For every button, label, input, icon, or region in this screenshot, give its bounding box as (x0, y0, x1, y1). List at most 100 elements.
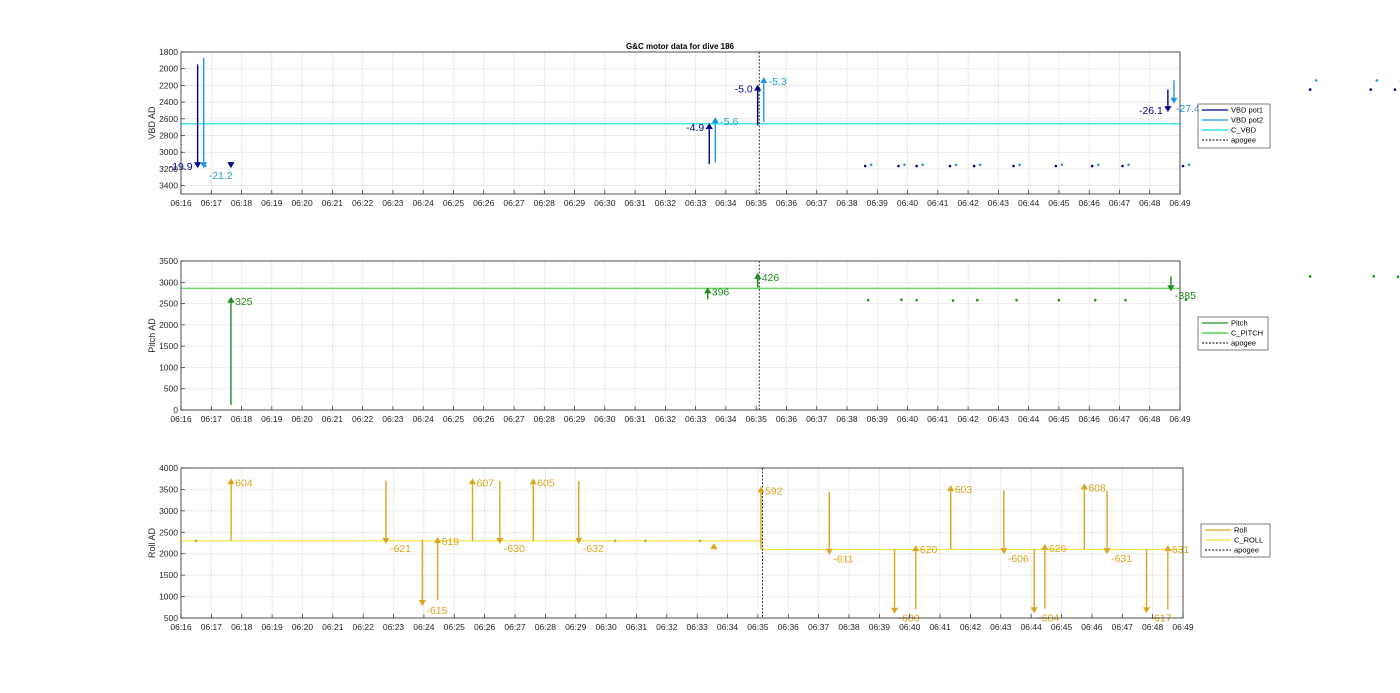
vbd-pot2-point (978, 163, 982, 167)
pitch-xtick-label: 06:29 (564, 414, 586, 424)
vbd-xtick-label: 06:26 (473, 198, 495, 208)
roll-arrow-label: 619 (442, 536, 460, 548)
roll-xtick-label: 06:37 (808, 622, 830, 632)
roll-xtick-label: 06:18 (231, 622, 253, 632)
roll-xtick-label: 06:19 (261, 622, 283, 632)
pitch-xtick-label: 06:18 (231, 414, 253, 424)
pitch-xtick-label: 06:48 (1139, 414, 1161, 424)
roll-xtick-label: 06:30 (595, 622, 617, 632)
pitch-xtick-label: 06:39 (867, 414, 889, 424)
pitch-arrow-label: 396 (712, 286, 730, 298)
vbd-pot1-point (863, 164, 867, 168)
vbd-pot2-point (921, 163, 924, 167)
pitch-xtick-label: 06:34 (715, 414, 737, 424)
vbd-pot2-point (1096, 163, 1100, 167)
vbd-xtick-label: 06:19 (261, 198, 283, 208)
vbd-pot1-point (948, 164, 952, 168)
vbd-pot2-point (1187, 163, 1191, 167)
roll-xtick-label: 06:43 (990, 622, 1012, 632)
roll-point (644, 539, 647, 543)
roll-xtick-label: 06:40 (899, 622, 921, 632)
pitch-point (900, 298, 903, 302)
pitch-xtick-label: 06:47 (1109, 414, 1131, 424)
pitch-ytick-label: 1500 (159, 341, 178, 351)
pitch-point (1057, 298, 1061, 302)
vbd-xtick-label: 06:40 (897, 198, 919, 208)
vbd-xtick-label: 06:39 (867, 198, 889, 208)
roll-arrow-label: -606 (1008, 553, 1029, 565)
pitch-arrow-label: 325 (235, 296, 253, 308)
vbd-xtick-label: 06:31 (624, 198, 646, 208)
vbd-pot1-point (1054, 164, 1058, 168)
vbd-ytick-label: 3200 (159, 164, 178, 174)
vbd-pot1-point (1308, 88, 1312, 91)
vbd-pot2-point (954, 163, 958, 167)
vbd-pot2-point (1060, 163, 1064, 167)
pitch-xtick-label: 06:26 (473, 414, 495, 424)
pitch-xtick-label: 06:22 (352, 414, 374, 424)
vbd-xtick-label: 06:30 (594, 198, 616, 208)
vbd-arrow-label: -4.9 (686, 122, 704, 134)
vbd-xtick-label: 06:33 (685, 198, 707, 208)
pitch-xtick-label: 06:38 (836, 414, 858, 424)
vbd-arrow-label: -27.4 (1176, 103, 1200, 115)
pitch-point (1124, 298, 1127, 302)
vbd-ytick-label: 2000 (159, 64, 178, 74)
roll-xtick-label: 06:24 (413, 622, 435, 632)
pitch-xtick-label: 06:35 (746, 414, 768, 424)
roll-arrow-label: 604 (235, 477, 253, 489)
roll-xtick-label: 06:26 (474, 622, 496, 632)
roll-point (194, 539, 198, 543)
vbd-pot2-point (903, 163, 906, 167)
roll-legend-label: apogee (1234, 546, 1259, 555)
roll-arrow-label: 608 (1088, 482, 1106, 494)
roll-arrow-label: -611 (833, 554, 853, 566)
pitch-ytick-label: 1000 (159, 362, 178, 372)
vbd-xtick-label: 06:24 (413, 198, 435, 208)
pitch-xtick-label: 06:37 (806, 414, 828, 424)
vbd-pot2-point (1314, 79, 1318, 82)
vbd-arrow-label: -5.3 (769, 76, 787, 88)
roll-arrow-label: 631 (1172, 544, 1190, 556)
pitch-xtick-label: 06:24 (413, 414, 435, 424)
vbd-xtick-label: 06:22 (352, 198, 374, 208)
pitch-xtick-label: 06:21 (322, 414, 344, 424)
vbd-xtick-label: 06:20 (291, 198, 313, 208)
roll-xtick-label: 06:22 (353, 622, 375, 632)
roll-point (698, 539, 702, 543)
pitch-point (1093, 298, 1097, 302)
vbd-ytick-label: 3000 (159, 147, 178, 157)
vbd-xtick-label: 06:38 (836, 198, 858, 208)
vbd-ytick-label: 1800 (159, 47, 178, 57)
pitch-xtick-label: 06:30 (594, 414, 616, 424)
pitch-arrow-label: -385 (1175, 290, 1196, 302)
figure: G&C motor data for dive 186 -19.9-21.2-4… (147, 42, 1400, 632)
vbd-xtick-label: 06:43 (988, 198, 1010, 208)
vbd-xtick-label: 06:29 (564, 198, 586, 208)
roll-xtick-label: 06:47 (1112, 622, 1134, 632)
roll-xtick-label: 06:27 (504, 622, 526, 632)
pitch-xtick-label: 06:23 (382, 414, 404, 424)
roll-legend-label: C_ROLL (1234, 536, 1263, 545)
vbd-pot1-point (1121, 164, 1124, 168)
roll-xtick-label: 06:21 (322, 622, 344, 632)
roll-xtick-label: 06:23 (383, 622, 405, 632)
vbd-xtick-label: 06:41 (927, 198, 949, 208)
roll-arrow-label: 605 (537, 477, 555, 489)
vbd-pot1-point (1369, 88, 1373, 91)
vbd-ytick-label: 3400 (159, 181, 178, 191)
vbd-pot2-point (869, 163, 873, 167)
roll-xtick-label: 06:44 (1021, 622, 1043, 632)
vbd-legend-label: VBD pot1 (1231, 106, 1263, 115)
vbd-ytick-label: 2400 (159, 97, 178, 107)
pitch-point (951, 299, 955, 302)
roll-legend-label: Roll (1234, 526, 1247, 535)
pitch-xtick-label: 06:27 (503, 414, 525, 424)
pitch-ytick-label: 0 (173, 405, 178, 415)
vbd-xtick-label: 06:49 (1169, 198, 1191, 208)
pitch-xtick-label: 06:44 (1018, 414, 1040, 424)
vbd-ytick-label: 2600 (159, 114, 178, 124)
pitch-xtick-label: 06:17 (201, 414, 223, 424)
vbd-xtick-label: 06:42 (957, 198, 979, 208)
vbd-pot1-point (897, 164, 900, 168)
